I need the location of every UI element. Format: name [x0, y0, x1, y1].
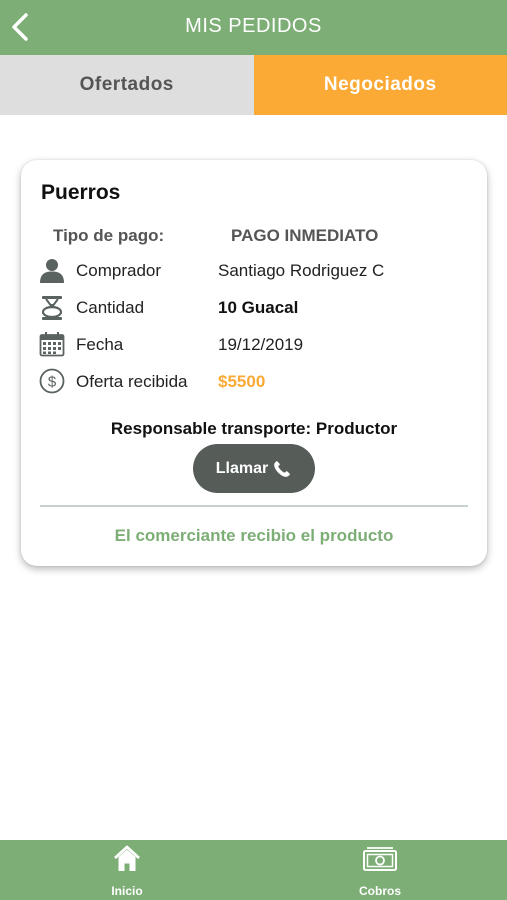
quantity-label: Cantidad: [76, 298, 145, 317]
date-row: Fecha 19/12/2019: [21, 329, 487, 359]
buyer-row: Comprador Santiago Rodriguez C: [21, 255, 487, 285]
person-icon: [40, 259, 64, 283]
home-icon: [114, 845, 140, 871]
offer-label: Oferta recibida: [76, 372, 188, 391]
quantity-row: Cantidad 10 Guacal: [21, 292, 487, 322]
order-status: El comerciante recibio el producto: [114, 526, 394, 545]
dollar-icon: $: [39, 368, 65, 394]
product-name: Puerros: [41, 181, 121, 204]
nav-inicio-label: Inicio: [111, 884, 143, 898]
svg-text:$: $: [48, 374, 57, 391]
tab-bar: Ofertados Negociados: [0, 55, 507, 115]
calendar-icon: [39, 332, 65, 357]
scale-icon: [41, 296, 63, 320]
date-value: 19/12/2019: [218, 335, 304, 354]
tab-ofertados[interactable]: Ofertados: [0, 55, 254, 115]
offer-value: $5500: [218, 372, 266, 391]
phone-icon: [274, 460, 291, 477]
buyer-label: Comprador: [76, 261, 162, 280]
nav-inicio[interactable]: Inicio: [77, 840, 177, 900]
tab-negociados[interactable]: Negociados: [253, 55, 507, 115]
transport-responsible: Responsable transporte: Productor: [110, 419, 398, 438]
page-title: MIS PEDIDOS: [185, 15, 322, 37]
call-button[interactable]: Llamar: [193, 444, 315, 493]
nav-cobros-label: Cobros: [359, 884, 401, 898]
date-label: Fecha: [76, 335, 124, 354]
offer-row: $ Oferta recibida $5500: [21, 366, 487, 396]
payment-type-label: Tipo de pago:: [53, 226, 165, 245]
call-button-label: Llamar: [215, 459, 269, 477]
money-icon: [363, 847, 397, 871]
nav-cobros[interactable]: Cobros: [330, 840, 430, 900]
order-card: Puerros Tipo de pago: PAGO INMEDIATO Com…: [21, 160, 487, 566]
payment-type-value: PAGO INMEDIATO: [231, 226, 379, 245]
buyer-value: Santiago Rodriguez C: [218, 261, 385, 280]
divider: [40, 505, 468, 507]
app-header: MIS PEDIDOS: [0, 0, 507, 55]
bottom-nav: Inicio Cobros: [0, 840, 507, 900]
quantity-value: 10 Guacal: [218, 298, 299, 317]
